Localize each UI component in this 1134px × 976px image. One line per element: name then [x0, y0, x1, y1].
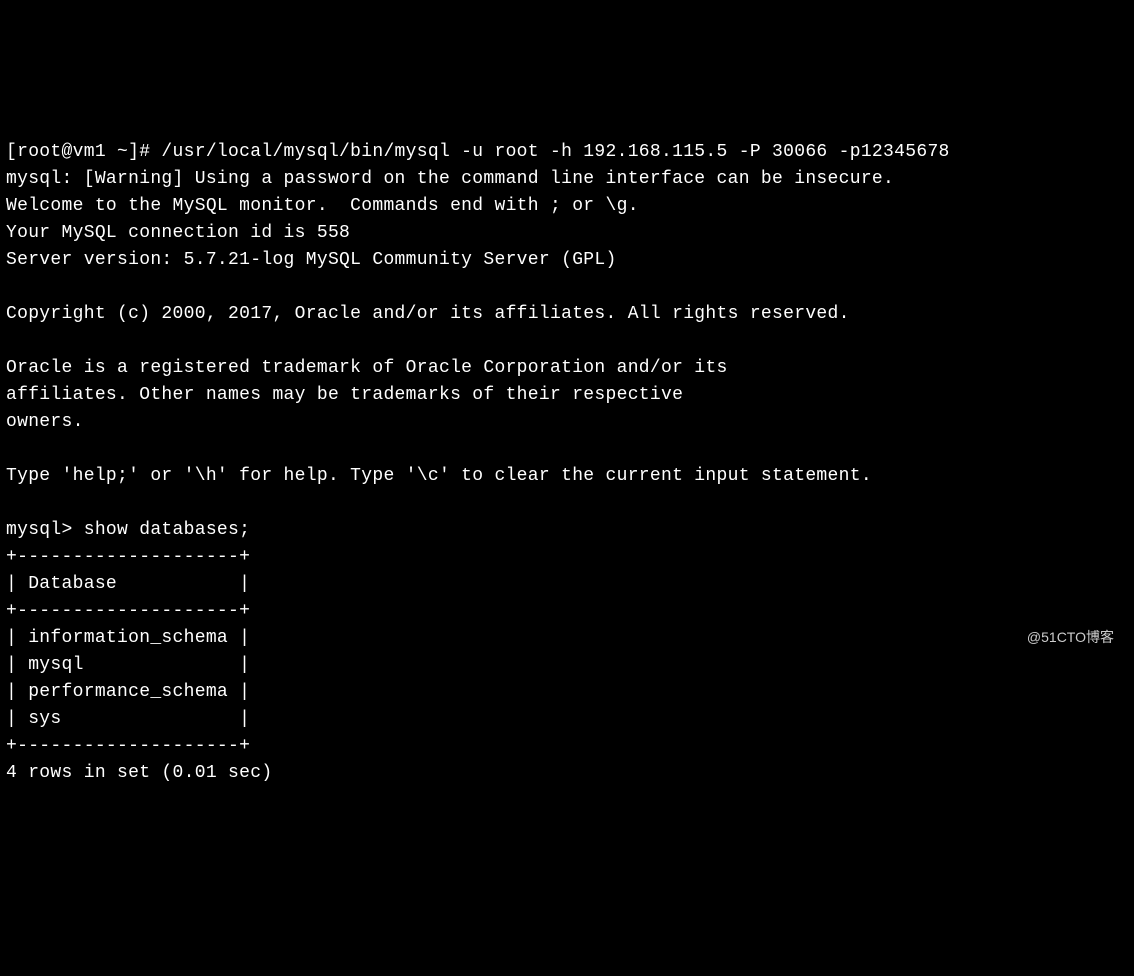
- mysql-connection-id: Your MySQL connection id is 558: [6, 223, 350, 243]
- table-row: | performance_schema |: [6, 682, 250, 702]
- query-result-summary: 4 rows in set (0.01 sec): [6, 763, 272, 783]
- mysql-warning: mysql: [Warning] Using a password on the…: [6, 169, 894, 189]
- mysql-welcome: Welcome to the MySQL monitor. Commands e…: [6, 196, 639, 216]
- table-header: | Database |: [6, 574, 250, 594]
- mysql-server-version: Server version: 5.7.21-log MySQL Communi…: [6, 250, 617, 270]
- mysql-trademark: affiliates. Other names may be trademark…: [6, 385, 683, 405]
- mysql-query: mysql> show databases;: [6, 520, 250, 540]
- table-border: +--------------------+: [6, 547, 250, 567]
- table-border: +--------------------+: [6, 736, 250, 756]
- table-border: +--------------------+: [6, 601, 250, 621]
- table-row: | information_schema |: [6, 628, 250, 648]
- watermark-text: @51CTO博客: [1027, 627, 1114, 648]
- table-row: | sys |: [6, 709, 250, 729]
- mysql-trademark: Oracle is a registered trademark of Orac…: [6, 358, 728, 378]
- mysql-trademark: owners.: [6, 412, 84, 432]
- terminal-output[interactable]: [root@vm1 ~]# /usr/local/mysql/bin/mysql…: [6, 112, 1128, 787]
- table-row: | mysql |: [6, 655, 250, 675]
- mysql-help-hint: Type 'help;' or '\h' for help. Type '\c'…: [6, 466, 872, 486]
- shell-prompt-line: [root@vm1 ~]# /usr/local/mysql/bin/mysql…: [6, 142, 950, 162]
- mysql-copyright: Copyright (c) 2000, 2017, Oracle and/or …: [6, 304, 850, 324]
